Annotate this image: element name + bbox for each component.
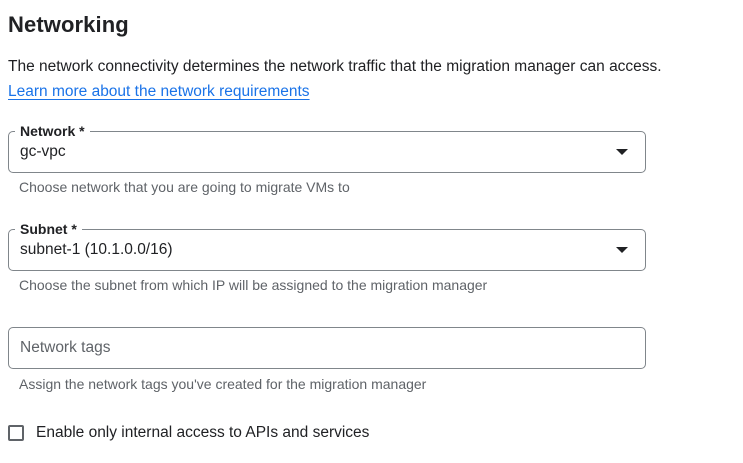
subnet-select[interactable]: Subnet * subnet-1 (10.1.0.0/16) xyxy=(8,220,646,271)
subnet-value: subnet-1 (10.1.0.0/16) xyxy=(20,241,173,258)
subnet-hint: Choose the subnet from which IP will be … xyxy=(19,277,488,293)
learn-more-link[interactable]: Learn more about the network requirement… xyxy=(8,83,310,100)
network-label: Network * xyxy=(15,122,90,140)
chevron-down-icon xyxy=(616,149,628,155)
network-tags-field xyxy=(8,327,646,369)
network-value: gc-vpc xyxy=(20,143,66,160)
internal-access-label[interactable]: Enable only internal access to APIs and … xyxy=(36,424,369,442)
internal-access-checkbox[interactable] xyxy=(8,425,24,441)
chevron-down-icon xyxy=(616,247,628,253)
network-hint: Choose network that you are going to mig… xyxy=(19,179,350,195)
description-text: The network connectivity determines the … xyxy=(8,58,662,75)
network-tags-input[interactable] xyxy=(9,328,645,368)
network-tags-hint: Assign the network tags you've created f… xyxy=(19,376,427,392)
section-title: Networking xyxy=(8,12,129,37)
network-select[interactable]: Network * gc-vpc xyxy=(8,122,646,173)
section-description: The network connectivity determines the … xyxy=(8,54,668,104)
subnet-label: Subnet * xyxy=(15,220,82,238)
internal-access-option[interactable]: Enable only internal access to APIs and … xyxy=(8,422,369,444)
